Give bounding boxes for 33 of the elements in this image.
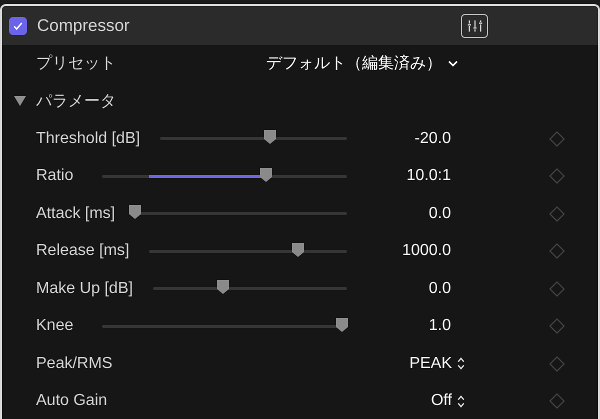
parameter-label: Peak/RMS — [36, 354, 112, 373]
enable-checkbox[interactable] — [9, 16, 27, 34]
parameter-value[interactable]: 0.0 — [354, 280, 451, 298]
preset-dropdown[interactable]: デフォルト（編集済み） — [266, 53, 458, 74]
up-down-chevron-icon — [457, 357, 465, 370]
sliders-icon[interactable] — [461, 14, 488, 38]
slider-thumb[interactable] — [290, 242, 305, 258]
parameter-label: Threshold [dB] — [36, 130, 140, 148]
up-down-chevron-icon — [457, 394, 465, 408]
parameter-label: Auto Gain — [36, 392, 108, 410]
slider-thumb[interactable] — [216, 279, 230, 296]
preset-label: プリセット — [36, 54, 116, 74]
parameter-label: Ratio — [36, 167, 74, 186]
parameter-label: Release [ms] — [36, 242, 130, 260]
parameter-value[interactable]: 0.0 — [354, 204, 451, 223]
parameter-label: Attack [ms] — [36, 204, 116, 223]
parameter-label: Make Up [dB] — [36, 280, 133, 298]
parameter-value[interactable]: 1.0 — [354, 317, 451, 336]
checkmark-icon — [12, 20, 24, 32]
slider-thumb[interactable] — [263, 129, 278, 146]
chevron-icon — [448, 60, 458, 68]
parameter-value[interactable]: -20.0 — [354, 130, 451, 148]
parameter-label: Knee — [36, 317, 74, 336]
slider-thumb[interactable] — [335, 316, 350, 333]
section-title: パラメータ — [36, 92, 116, 112]
effect-name: Compressor — [37, 16, 130, 36]
parameter-popup[interactable]: Off — [430, 392, 465, 410]
parameter-value[interactable]: 10.0:1 — [354, 167, 451, 186]
slider-thumb[interactable] — [259, 166, 274, 183]
parameter-value[interactable]: 1000.0 — [354, 242, 451, 260]
slider-thumb[interactable] — [128, 204, 142, 220]
disclosure-triangle-icon[interactable] — [14, 96, 26, 106]
parameter-popup[interactable]: PEAK — [409, 354, 465, 373]
